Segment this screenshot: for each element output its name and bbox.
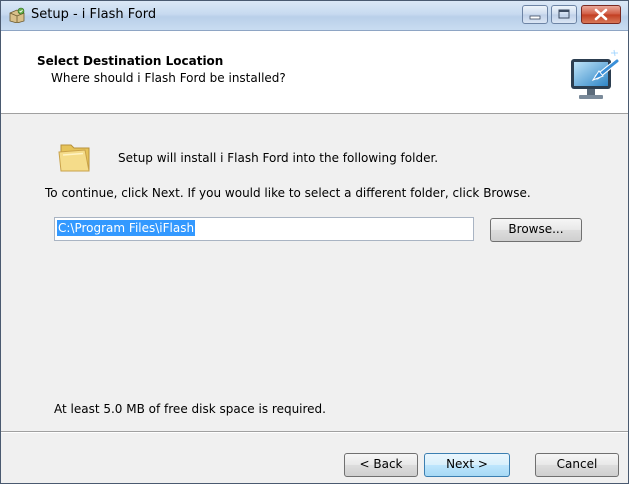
page-title: Select Destination Location: [37, 54, 224, 68]
back-button[interactable]: < Back: [344, 453, 418, 477]
title-bar[interactable]: Setup - i Flash Ford: [1, 1, 628, 31]
close-icon: [594, 8, 608, 21]
close-button[interactable]: [581, 5, 621, 24]
wizard-header: Select Destination Location Where should…: [1, 31, 628, 114]
destination-path-value: C:\Program Files\iFlash: [57, 220, 196, 236]
instruction-text: To continue, click Next. If you would li…: [45, 186, 531, 200]
folder-icon: [55, 137, 95, 177]
cancel-button[interactable]: Cancel: [535, 453, 619, 477]
setup-box-icon: [8, 7, 26, 24]
minimize-icon: [529, 15, 541, 20]
minimize-button[interactable]: [522, 5, 548, 24]
maximize-icon: [558, 9, 570, 19]
install-intro-text: Setup will install i Flash Ford into the…: [118, 151, 439, 165]
installer-computer-icon: [559, 47, 625, 105]
browse-button[interactable]: Browse...: [490, 218, 582, 242]
page-subtitle: Where should i Flash Ford be installed?: [51, 71, 286, 85]
maximize-button[interactable]: [551, 5, 577, 24]
window-title: Setup - i Flash Ford: [31, 7, 157, 22]
next-button[interactable]: Next >: [424, 453, 510, 477]
destination-path-input[interactable]: C:\Program Files\iFlash: [54, 217, 474, 241]
setup-window: Setup - i Flash Ford Select Destination …: [0, 0, 629, 484]
footer-divider: [1, 431, 628, 433]
disk-space-note: At least 5.0 MB of free disk space is re…: [54, 402, 326, 416]
